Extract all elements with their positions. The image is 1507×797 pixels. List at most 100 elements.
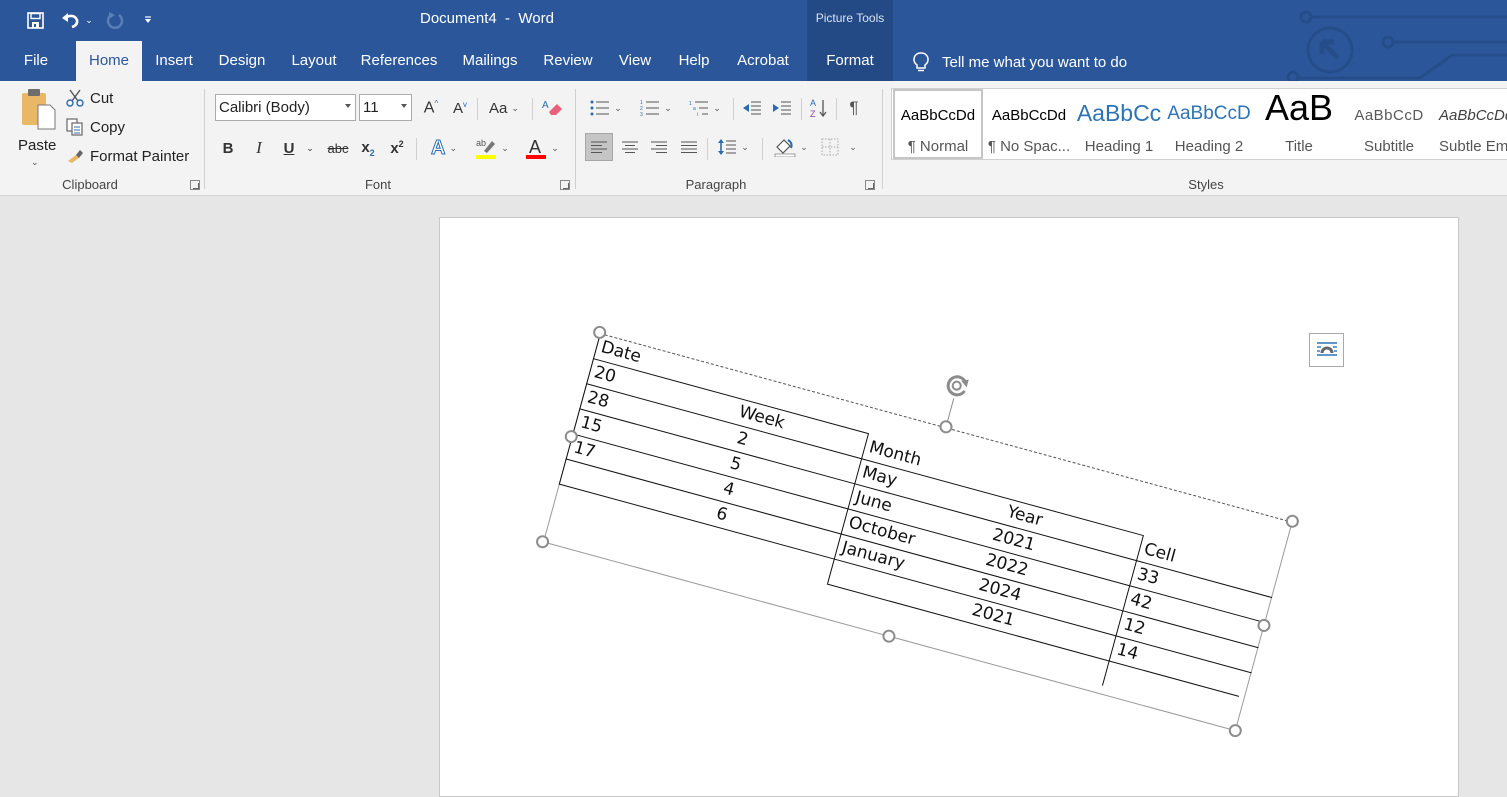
shrink-font-button[interactable]: Av [449,97,471,119]
font-dialog-launcher-icon[interactable] [560,180,570,190]
numbering-button[interactable]: 123 ⌄ [636,96,676,120]
font-color-icon: A [526,137,547,159]
bullets-button[interactable]: ⌄ [586,96,626,120]
text-effects-dropdown-icon: ⌄ [449,142,457,153]
tab-design[interactable]: Design [213,41,271,81]
highlight-button[interactable]: ab ⌄ [470,134,514,162]
paste-dropdown-icon[interactable]: ⌄ [31,157,39,168]
styles-group-label: Styles [1188,177,1224,192]
paste-button[interactable]: Paste ⌄ [14,87,58,171]
copy-button[interactable]: Copy [66,118,125,136]
style-subtitle[interactable]: AaBbCcD Subtitle [1344,89,1434,159]
redo-icon [102,8,128,32]
borders-dropdown-icon: ⌄ [849,141,857,152]
font-name-combobox[interactable]: Calibri (Body) [215,94,356,121]
shading-bucket-icon [774,139,796,157]
bullets-icon [590,100,610,116]
tab-format[interactable]: Format [807,41,893,81]
tab-layout[interactable]: Layout [285,41,343,81]
change-case-button[interactable]: Aa ⌄ [485,97,523,119]
bullets-dropdown-icon: ⌄ [614,102,622,113]
style-normal[interactable]: AaBbCcDd ¶ Normal [893,89,983,159]
style-no-spacing[interactable]: AaBbCcDd ¶ No Spac... [984,89,1074,159]
undo-icon[interactable] [58,8,84,32]
font-size-combobox[interactable]: 11 [359,94,412,121]
document-title: Document4 - Word [420,10,554,27]
numbering-icon: 123 [640,100,660,116]
line-spacing-dropdown-icon: ⌄ [741,141,749,152]
subscript-x: x [361,138,370,156]
sort-button[interactable]: AZ [808,95,830,121]
multilevel-list-button[interactable]: 1ai ⌄ [685,96,725,120]
underline-dropdown-icon[interactable]: ⌄ [304,136,316,160]
tell-me-search[interactable]: Tell me what you want to do [912,51,1127,73]
style-sample: AaBbCcDd [1439,107,1507,124]
sort-icon: AZ [810,98,827,119]
style-sample: AaBbCc [1076,100,1162,126]
undo-dropdown-icon[interactable]: ⌄ [84,8,94,32]
align-left-icon [591,141,607,153]
cut-button[interactable]: Cut [66,89,113,107]
decrease-indent-button[interactable] [740,96,764,120]
bold-button[interactable]: B [217,136,239,160]
increase-indent-button[interactable] [770,96,794,120]
tab-file[interactable]: File [14,41,58,81]
strikethrough-label: abc [327,140,349,156]
style-subtle-emphasis[interactable]: AaBbCcDd Subtle Em... [1434,89,1507,159]
clear-formatting-button[interactable]: A [540,96,564,120]
italic-button[interactable]: I [248,136,270,160]
underline-button[interactable]: U [278,136,300,160]
borders-icon [821,138,839,156]
show-formatting-marks-button[interactable]: ¶ [843,96,865,120]
decrease-indent-icon [743,101,761,115]
pilcrow-icon: ¶ [849,98,859,117]
grow-font-button[interactable]: A^ [420,97,442,119]
style-sample: AaBbCcD [1167,103,1251,124]
superscript-button[interactable]: x2 [386,136,408,160]
justify-button[interactable] [677,134,701,160]
subscript-button[interactable]: x2 [357,136,379,160]
bold-label: B [222,139,234,157]
customize-qat-icon[interactable] [138,8,158,32]
tab-review[interactable]: Review [539,41,597,81]
align-left-button[interactable] [585,133,613,161]
borders-button[interactable]: ⌄ [818,134,860,160]
change-case-label: Aa [489,99,508,117]
tab-mailings[interactable]: Mailings [456,41,524,81]
align-center-button[interactable] [618,134,642,160]
tab-acrobat[interactable]: Acrobat [730,41,796,81]
layout-options-button[interactable] [1309,333,1344,367]
tab-help[interactable]: Help [672,41,716,81]
style-heading-1[interactable]: AaBbCc Heading 1 [1074,89,1164,159]
svg-text:A: A [529,137,541,157]
font-size-dropdown-icon[interactable] [401,104,407,108]
tab-view[interactable]: View [612,41,658,81]
align-right-button[interactable] [647,134,671,160]
font-color-button[interactable]: A ⌄ [520,134,564,162]
font-size-value: 11 [363,99,379,116]
style-heading-2[interactable]: AaBbCcD Heading 2 [1164,89,1254,159]
tab-references[interactable]: References [357,41,441,81]
text-effects-button[interactable]: A ⌄ [424,136,464,160]
format-painter-button[interactable]: Format Painter [66,147,189,165]
shrink-font-icon: Av [452,99,467,117]
format-painter-label: Format Painter [90,147,190,165]
font-name-dropdown-icon[interactable] [345,104,351,108]
tab-home[interactable]: Home [76,41,142,81]
align-center-icon [622,141,638,153]
separator [416,138,417,160]
save-icon[interactable] [22,8,48,32]
svg-text:Z: Z [810,109,816,119]
clipboard-dialog-launcher-icon[interactable] [190,180,200,190]
tab-insert[interactable]: Insert [148,41,200,81]
align-right-icon [651,141,667,153]
strikethrough-button[interactable]: abc [325,136,351,160]
picture-tools-label: Picture Tools [815,11,885,25]
multilevel-list-dropdown-icon: ⌄ [713,102,721,113]
style-title[interactable]: AaB Title [1254,87,1344,159]
line-spacing-button[interactable]: ⌄ [713,134,753,160]
shading-button[interactable]: ⌄ [770,134,812,160]
separator [836,98,837,120]
paragraph-dialog-launcher-icon[interactable] [865,180,875,190]
text-effects-icon: A [430,136,446,159]
